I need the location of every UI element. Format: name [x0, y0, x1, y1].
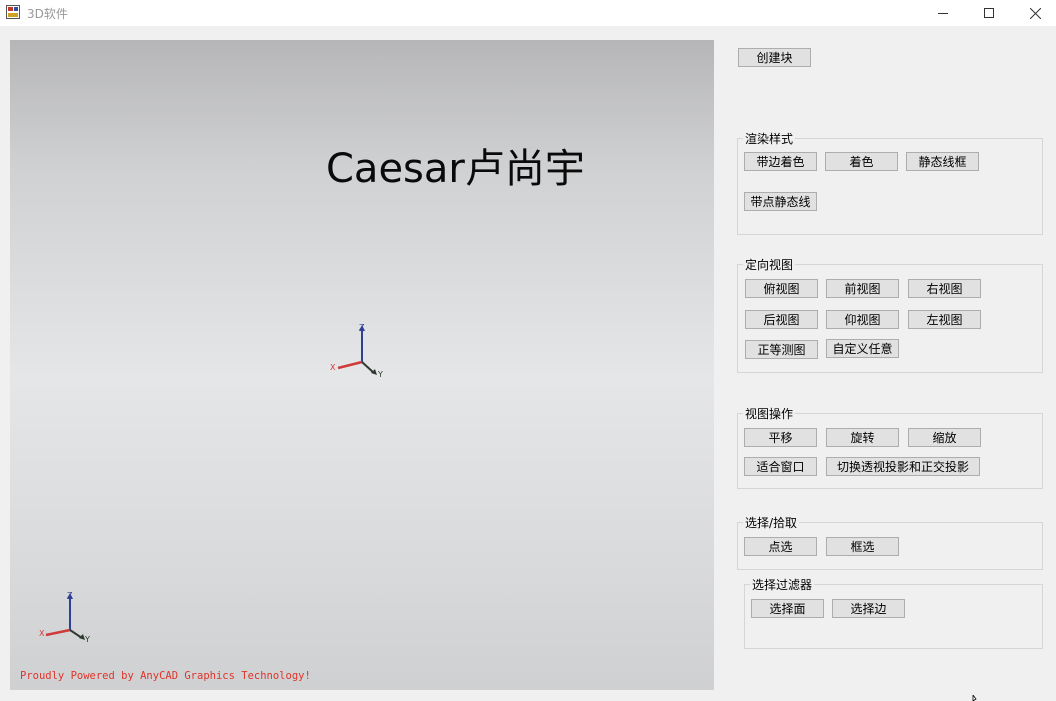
maximize-button[interactable] [966, 0, 1012, 26]
3d-viewport[interactable]: Caesar卢尚宇 Z X Y Z X Y Proudly Powered by… [10, 40, 714, 690]
title-bar: 3D软件 [0, 0, 1056, 26]
fit-window-button[interactable]: 适合窗口 [744, 457, 817, 476]
back-view-button[interactable]: 后视图 [745, 310, 818, 329]
close-button[interactable] [1012, 0, 1056, 26]
select-pick-legend: 选择/拾取 [743, 514, 800, 531]
select-filter-legend: 选择过滤器 [750, 576, 815, 593]
view-ops-legend: 视图操作 [743, 405, 796, 422]
point-select-button[interactable]: 点选 [744, 537, 817, 556]
x-axis-label: X [330, 363, 336, 372]
pan-button[interactable]: 平移 [744, 428, 817, 447]
minimize-button[interactable] [920, 0, 966, 26]
powered-by-text: Proudly Powered by AnyCAD Graphics Techn… [20, 670, 311, 682]
select-face-button[interactable]: 选择面 [751, 599, 824, 618]
create-block-button[interactable]: 创建块 [738, 48, 811, 67]
viewport-title-text: Caesar卢尚宇 [326, 146, 585, 192]
y-axis-label: Y [377, 370, 383, 379]
z-axis-label: Z [359, 323, 365, 332]
z-axis-label: Z [67, 591, 73, 600]
static-wireframe-points-button[interactable]: 带点静态线 [744, 192, 817, 211]
maximize-icon [984, 8, 994, 18]
bottom-view-button[interactable]: 仰视图 [826, 310, 899, 329]
x-axis [45, 628, 71, 637]
render-style-legend: 渲染样式 [743, 130, 796, 147]
custom-view-button[interactable]: 自定义任意 [826, 339, 899, 358]
x-axis-label: X [39, 629, 45, 638]
front-view-button[interactable]: 前视图 [826, 279, 899, 298]
left-view-button[interactable]: 左视图 [908, 310, 981, 329]
isometric-view-button[interactable]: 正等测图 [745, 340, 818, 359]
y-axis [361, 361, 375, 374]
rotate-button[interactable]: 旋转 [826, 428, 899, 447]
zoom-button[interactable]: 缩放 [908, 428, 981, 447]
x-axis [337, 360, 363, 370]
y-axis-label: Y [84, 635, 90, 644]
minimize-icon [938, 13, 948, 14]
close-icon [1029, 7, 1041, 19]
view-ops-group [737, 413, 1043, 489]
select-edge-button[interactable]: 选择边 [832, 599, 905, 618]
shaded-button[interactable]: 着色 [825, 152, 898, 171]
top-view-button[interactable]: 俯视图 [745, 279, 818, 298]
box-select-button[interactable]: 框选 [826, 537, 899, 556]
mouse-cursor-icon [972, 695, 977, 701]
orient-view-legend: 定向视图 [743, 256, 796, 273]
shaded-with-edges-button[interactable]: 带边着色 [744, 152, 817, 171]
axis-triad-center: Z X Y [330, 323, 383, 379]
app-icon [6, 5, 20, 19]
right-view-button[interactable]: 右视图 [908, 279, 981, 298]
window-title: 3D软件 [27, 7, 68, 21]
axis-triad-corner: Z X Y [39, 591, 90, 644]
static-wireframe-button[interactable]: 静态线框 [906, 152, 979, 171]
y-axis [69, 629, 83, 639]
toggle-projection-button[interactable]: 切换透视投影和正交投影 [826, 457, 980, 476]
